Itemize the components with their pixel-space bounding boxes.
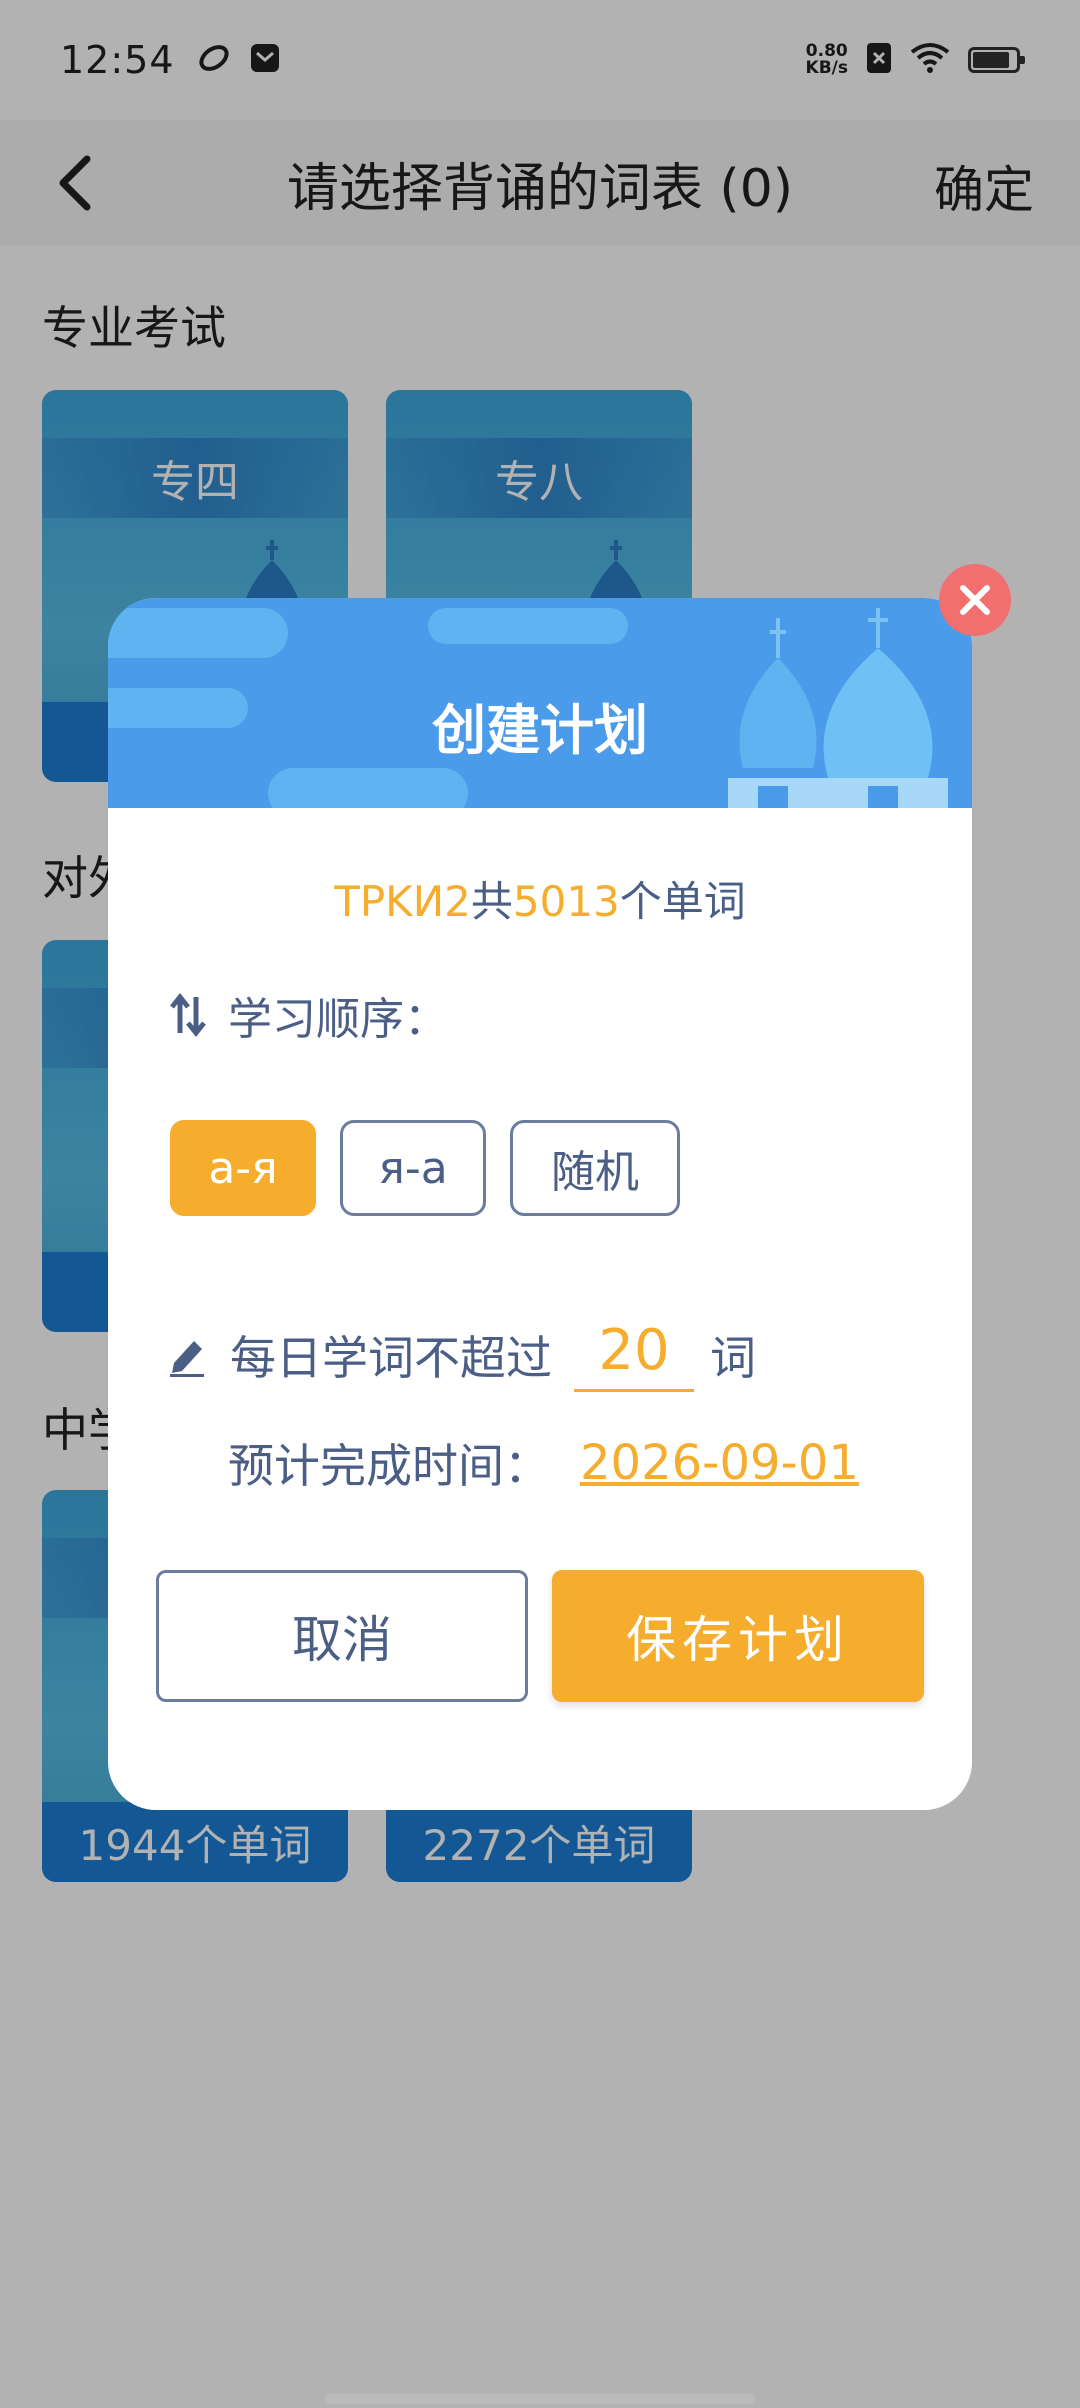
order-options: а-я я-а 随机 [170, 1120, 680, 1216]
close-button[interactable] [939, 564, 1011, 636]
sort-icon [170, 993, 206, 1037]
word-summary: TPKИ2共5013个单词 [108, 868, 972, 929]
order-option-a-ya[interactable]: а-я [170, 1120, 316, 1216]
order-option-ya-a[interactable]: я-а [340, 1120, 486, 1216]
create-plan-dialog: 创建计划 TPKИ2共5013个单词 学习顺序： а-я я-а 随机 每日学词… [108, 598, 972, 1810]
order-option-random[interactable]: 随机 [510, 1120, 680, 1216]
estimate-date[interactable]: 2026-09-01 [580, 1435, 859, 1491]
save-plan-button[interactable]: 保存计划 [552, 1570, 924, 1702]
cloud-decoration [428, 608, 628, 644]
summary-text: 共 [470, 877, 513, 926]
dialog-title: 创建计划 [432, 699, 648, 762]
estimate-label: 预计完成时间： [228, 1439, 550, 1493]
dialog-header: 创建计划 [108, 598, 972, 808]
word-count: 5013 [512, 877, 620, 926]
daily-words-input[interactable]: 20 [574, 1318, 694, 1392]
daily-unit: 词 [710, 1331, 756, 1385]
study-order-row: 学习顺序： [168, 983, 448, 1047]
home-indicator[interactable] [324, 2394, 756, 2404]
estimate-row: 预计完成时间： 2026-09-01 [228, 1430, 859, 1496]
close-icon [960, 585, 990, 615]
daily-limit-label: 每日学词不超过 [230, 1331, 552, 1385]
wordlist-name: TPKИ2 [334, 877, 471, 926]
daily-limit-row: 每日学词不超过 20 词 [168, 1318, 756, 1392]
cancel-button[interactable]: 取消 [156, 1570, 528, 1702]
pencil-icon [170, 1341, 204, 1377]
cloud-decoration [108, 608, 288, 658]
summary-suffix: 个单词 [619, 877, 746, 926]
cloud-decoration [268, 768, 468, 808]
study-order-label: 学习顺序： [228, 994, 448, 1045]
